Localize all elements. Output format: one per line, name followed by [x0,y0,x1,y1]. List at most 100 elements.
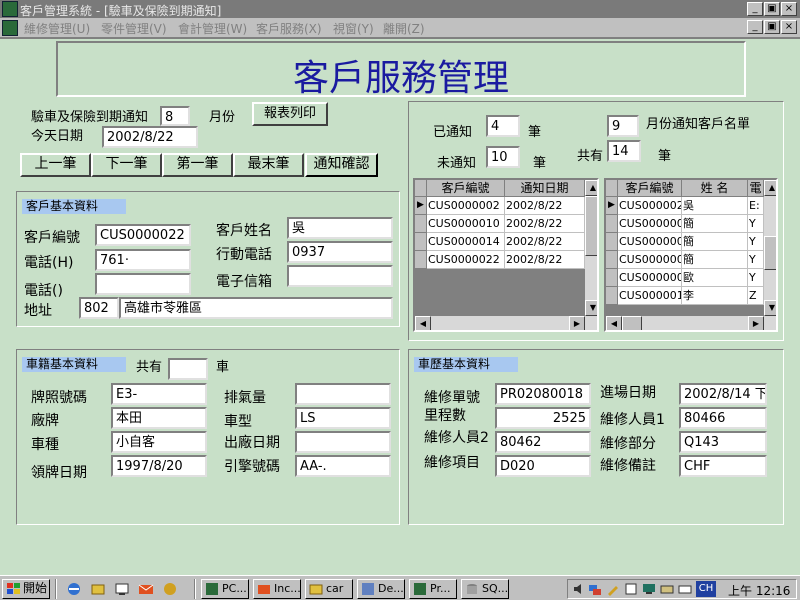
task-button[interactable]: SQ... [461,579,509,599]
engine-number-field[interactable]: AA-. [295,455,391,477]
scroll-right-icon[interactable]: ▶ [748,316,764,330]
phone-other-field[interactable] [95,273,191,295]
table-cell[interactable]: 簡 [682,233,748,251]
vehicle-type-field[interactable]: 小自客 [111,431,207,453]
table-cell[interactable]: CUS0000022 [618,197,682,215]
ime-indicator[interactable]: CH [696,581,716,597]
table-cell[interactable]: 2002/8/22 [505,215,585,233]
row-selector[interactable] [606,269,618,287]
grid-header-phone[interactable]: 電 [748,180,764,197]
last-record-button[interactable]: 最末筆 [233,153,304,177]
brand-field[interactable]: 本田 [111,407,207,429]
grid-header-customer-id[interactable]: 客戶編號 [427,180,505,197]
row-selector[interactable] [606,233,618,251]
maximize-button[interactable]: ▣ [764,2,780,16]
scroll-thumb[interactable] [622,316,642,330]
table-cell[interactable]: CUS0000010 [618,287,682,305]
scroll-thumb[interactable] [585,196,597,256]
notified-vertical-scrollbar[interactable]: ▲ ▼ [585,180,597,316]
mail-icon[interactable] [138,581,154,597]
table-cell[interactable]: 李 [682,287,748,305]
pen-icon[interactable] [606,582,620,596]
tray-app-icon[interactable] [624,582,638,596]
not-notified-count-field[interactable]: 10 [486,146,520,168]
table-cell[interactable]: Y [748,269,764,287]
expiry-month-field[interactable]: 8 [160,106,190,126]
desktop-icon[interactable] [114,581,130,597]
app-launcher-icon[interactable] [162,581,178,597]
table-cell[interactable]: CUS0000010 [427,215,505,233]
menu-parts[interactable]: 零件管理(V) [101,20,167,37]
browser-icon[interactable] [66,581,82,597]
scroll-right-icon[interactable]: ▶ [569,316,585,330]
notified-grid[interactable]: 客戶編號 通知日期 ▶ CUS0000002 2002/8/22 CUS0000… [413,178,599,332]
table-cell[interactable]: 2002/8/22 [505,233,585,251]
customer-list-grid[interactable]: 客戶編號 姓 名 電 ▶ CUS0000022 吳 E: CUS0000001 … [604,178,778,332]
row-selector[interactable] [415,251,427,269]
task-button[interactable]: car [305,579,353,599]
app-icon[interactable] [2,1,18,17]
child-window-icon[interactable] [2,20,18,36]
scroll-left-icon[interactable]: ◀ [415,316,431,330]
total-count-field[interactable]: 14 [607,140,641,162]
confirm-notify-button[interactable]: 通知確認 [305,153,378,177]
mileage-field[interactable]: 2525 [495,407,591,429]
prev-record-button[interactable]: 上一筆 [20,153,91,177]
row-selector[interactable] [606,215,618,233]
scroll-left-icon[interactable]: ◀ [606,316,622,330]
zip-field[interactable]: 802 [79,297,119,319]
table-cell[interactable]: CUS0000001 [618,233,682,251]
task-button[interactable]: De... [357,579,405,599]
grid-header-name[interactable]: 姓 名 [682,180,748,197]
row-selector[interactable] [606,251,618,269]
menu-repair[interactable]: 維修管理(U) [24,20,90,37]
row-selector[interactable] [415,215,427,233]
menu-exit[interactable]: 離開(Z) [383,20,425,37]
plate-field[interactable]: E3- [111,383,207,405]
notified-horizontal-scrollbar[interactable]: ◀ ▶ [415,316,597,330]
menu-customer-service[interactable]: 客戶服務(X) [256,20,322,37]
address-field[interactable]: 高雄市苓雅區 [119,297,393,319]
table-cell[interactable]: 簡 [682,251,748,269]
table-cell[interactable]: Z [748,287,764,305]
list-month-field[interactable]: 9 [607,115,639,137]
table-cell[interactable]: 簡 [682,215,748,233]
close-button[interactable]: × [781,2,797,16]
first-record-button[interactable]: 第一筆 [162,153,233,177]
scroll-up-icon[interactable]: ▲ [585,180,597,196]
task-button[interactable]: PC... [201,579,249,599]
table-cell[interactable]: CUS0000022 [427,251,505,269]
license-date-field[interactable]: 1997/8/20 [111,455,207,477]
table-cell[interactable]: CUS0000001 [618,215,682,233]
scroll-down-icon[interactable]: ▼ [764,300,776,316]
table-cell[interactable]: CUS0000002 [618,269,682,287]
explorer-icon[interactable] [90,581,106,597]
print-report-button[interactable]: 報表列印 [252,102,328,126]
menu-window[interactable]: 視窗(Y) [333,20,374,37]
scroll-up-icon[interactable]: ▲ [764,180,776,196]
network-icon[interactable] [588,582,602,596]
today-date-field[interactable]: 2002/8/22 [102,126,198,148]
table-cell[interactable]: 2002/8/22 [505,197,585,215]
repair-order-field[interactable]: PR02080018 [495,383,591,405]
table-cell[interactable]: 歐 [682,269,748,287]
staff2-field[interactable]: 80462 [495,431,591,453]
table-cell[interactable]: Y [748,251,764,269]
mobile-field[interactable]: 0937 [287,241,393,263]
table-cell[interactable]: CUS0000002 [427,197,505,215]
task-button[interactable]: Pr... [409,579,457,599]
customer-id-field[interactable]: CUS0000022 [95,224,191,246]
minimize-button[interactable]: _ [747,2,763,16]
email-field[interactable] [287,265,393,287]
grid-header-customer-id[interactable]: 客戶編號 [618,180,682,197]
start-button[interactable]: 開始 [2,579,50,599]
notified-count-field[interactable]: 4 [486,115,520,137]
displacement-field[interactable] [295,383,391,405]
task-button[interactable]: Inc... [253,579,301,599]
model-field[interactable]: LS [295,407,391,429]
next-record-button[interactable]: 下一筆 [91,153,162,177]
customer-vertical-scrollbar[interactable]: ▲ ▼ [764,180,776,316]
repair-item-field[interactable]: D020 [495,455,591,477]
table-cell[interactable]: CUS0000001 [618,251,682,269]
keyboard-icon[interactable] [660,582,674,596]
